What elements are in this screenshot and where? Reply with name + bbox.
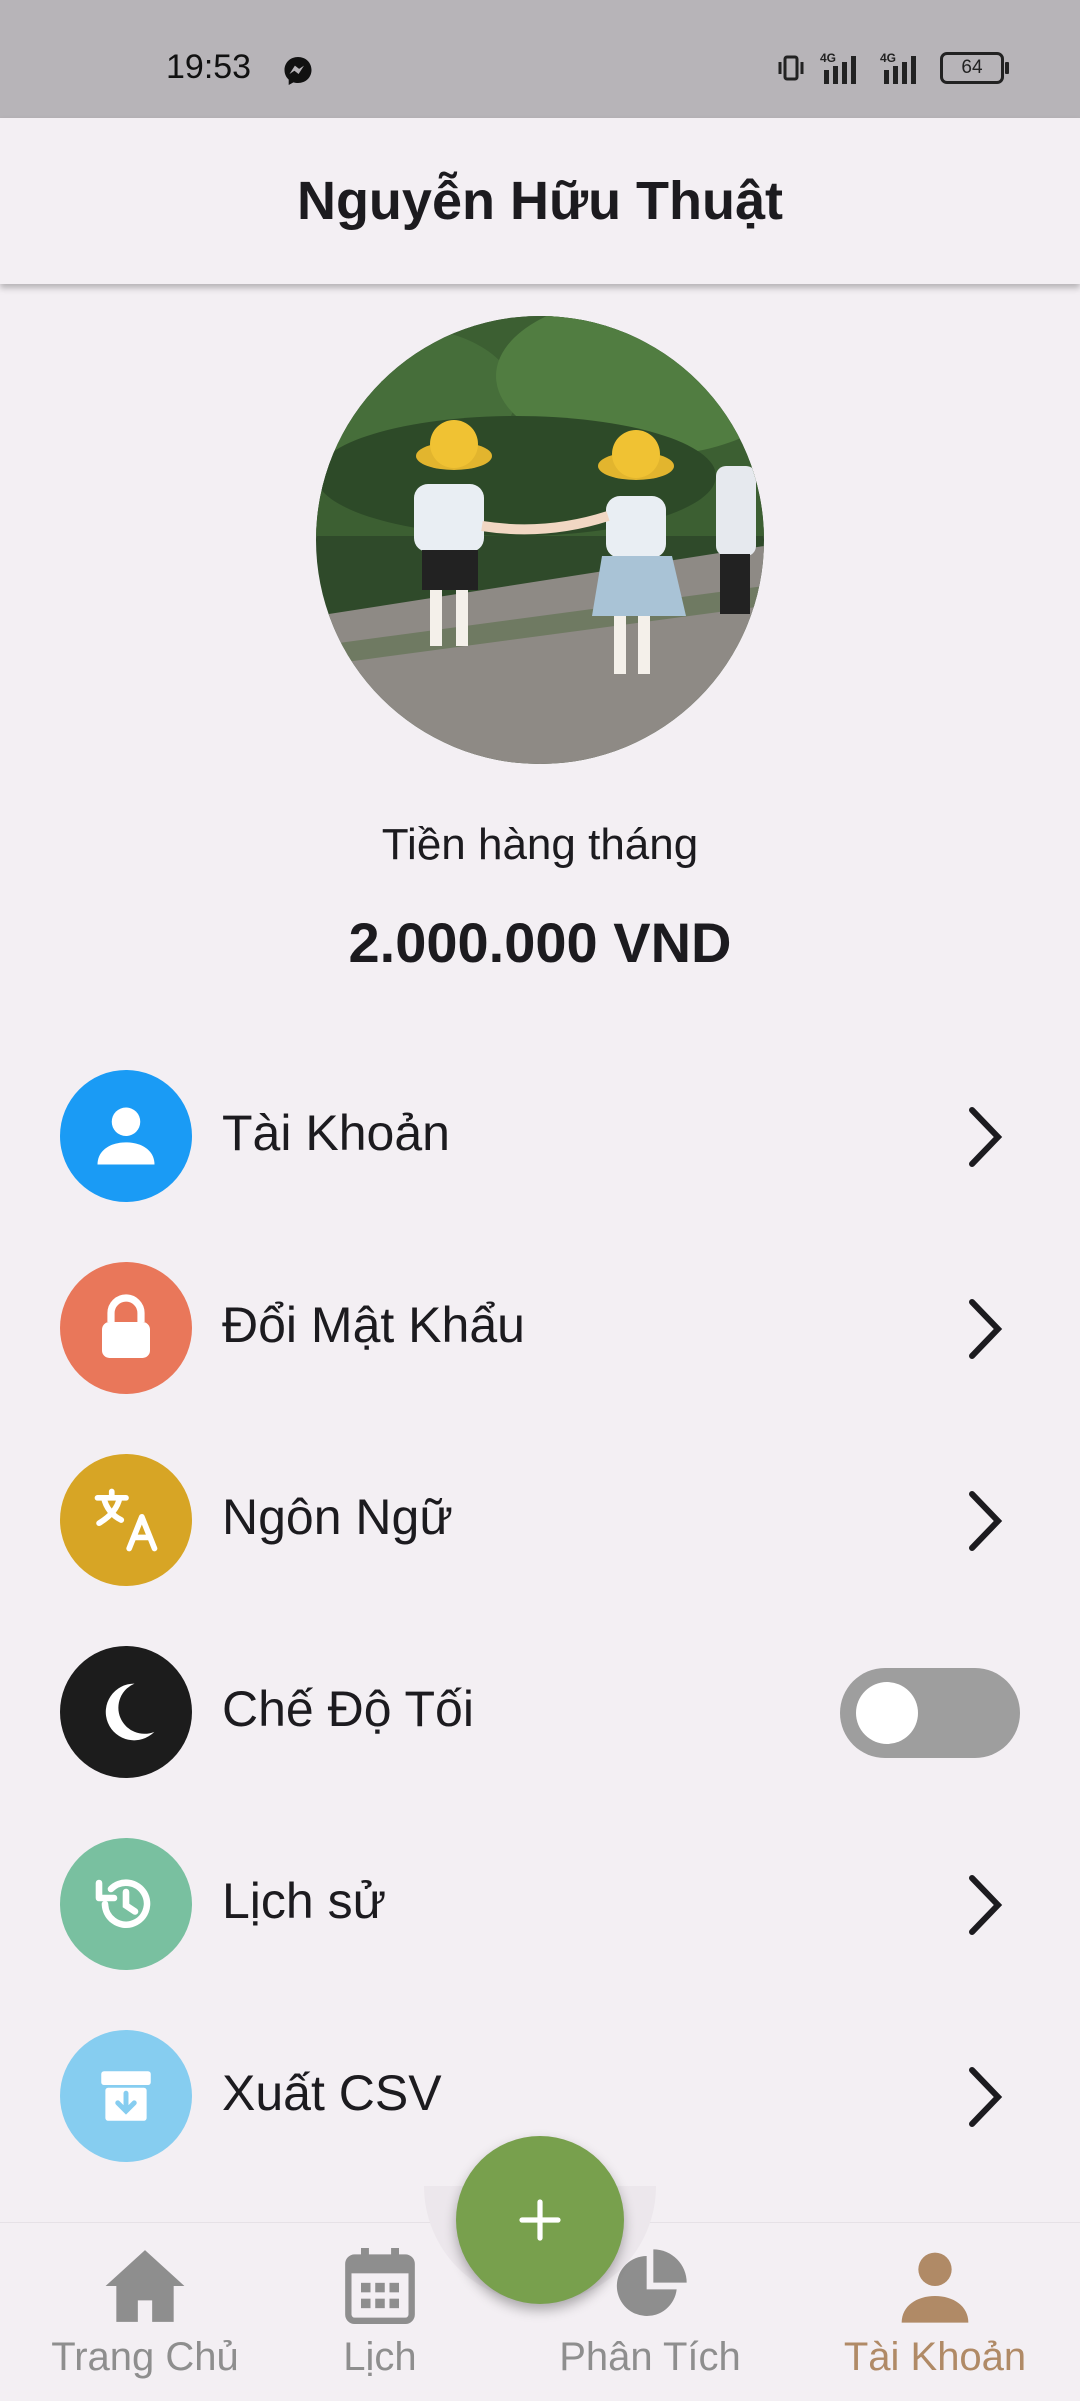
battery-icon: 64 — [940, 52, 1009, 84]
chevron-right-icon — [969, 2067, 1003, 2127]
person-icon — [890, 2241, 980, 2331]
signal-4g-icon: 4G — [880, 51, 916, 84]
menu-item-label: Ngôn Ngữ — [222, 1489, 453, 1545]
nav-label: Trang Chủ — [51, 2335, 239, 2379]
status-bar: 19:53 4G 4G 64 — [0, 0, 1080, 118]
plus-icon — [519, 2199, 561, 2241]
nav-label: Lịch — [343, 2335, 417, 2379]
calendar-icon — [335, 2241, 425, 2331]
avatar-image — [316, 316, 764, 764]
svg-text:4G: 4G — [880, 51, 896, 65]
menu-item-label: Đổi Mật Khẩu — [222, 1297, 525, 1353]
history-icon — [60, 1838, 192, 1970]
translate-icon — [60, 1454, 192, 1586]
status-time: 19:53 — [166, 48, 252, 86]
svg-text:4G: 4G — [820, 51, 836, 65]
monthly-allowance-value: 2.000.000 VND — [348, 911, 732, 974]
nav-label: Tài Khoản — [843, 2335, 1027, 2379]
menu-item-dark-mode: Chế Độ Tối — [0, 1638, 1080, 1788]
menu-item-history[interactable]: Lịch sử — [0, 1830, 1080, 1980]
vibrate-icon — [778, 55, 804, 81]
menu-item-change-password[interactable]: Đổi Mật Khẩu — [0, 1254, 1080, 1404]
menu-item-label: Chế Độ Tối — [222, 1681, 474, 1737]
add-button[interactable] — [456, 2136, 624, 2304]
toggle-knob — [856, 1682, 918, 1744]
person-icon — [60, 1070, 192, 1202]
menu-item-label: Tài Khoản — [222, 1105, 450, 1161]
nav-account[interactable]: Tài Khoản — [820, 2223, 1050, 2401]
app-bar: Nguyễn Hữu Thuật — [0, 118, 1080, 284]
moon-icon — [60, 1646, 192, 1778]
nav-label: Phân Tích — [559, 2335, 741, 2379]
menu-item-label: Lịch sử — [222, 1873, 387, 1929]
battery-level: 64 — [961, 57, 983, 78]
home-icon — [100, 2241, 190, 2331]
avatar[interactable] — [316, 316, 764, 764]
lock-icon — [60, 1262, 192, 1394]
messenger-icon — [284, 57, 312, 85]
status-icons: 4G 4G 64 — [776, 50, 1009, 86]
monthly-allowance-label: Tiền hàng tháng — [381, 820, 699, 869]
dark-mode-toggle[interactable] — [840, 1668, 1020, 1758]
menu-item-label: Xuất CSV — [222, 2065, 442, 2121]
archive-icon — [60, 2030, 192, 2162]
nav-home[interactable]: Trang Chủ — [40, 2223, 250, 2401]
page-title: Nguyễn Hữu Thuật — [296, 171, 784, 231]
chevron-right-icon — [969, 1875, 1003, 1935]
menu-item-account[interactable]: Tài Khoản — [0, 1062, 1080, 1212]
chevron-right-icon — [969, 1299, 1003, 1359]
chevron-right-icon — [969, 1491, 1003, 1551]
menu-item-language[interactable]: Ngôn Ngữ — [0, 1446, 1080, 1596]
signal-4g-icon: 4G — [820, 51, 856, 84]
chevron-right-icon — [969, 1107, 1003, 1167]
